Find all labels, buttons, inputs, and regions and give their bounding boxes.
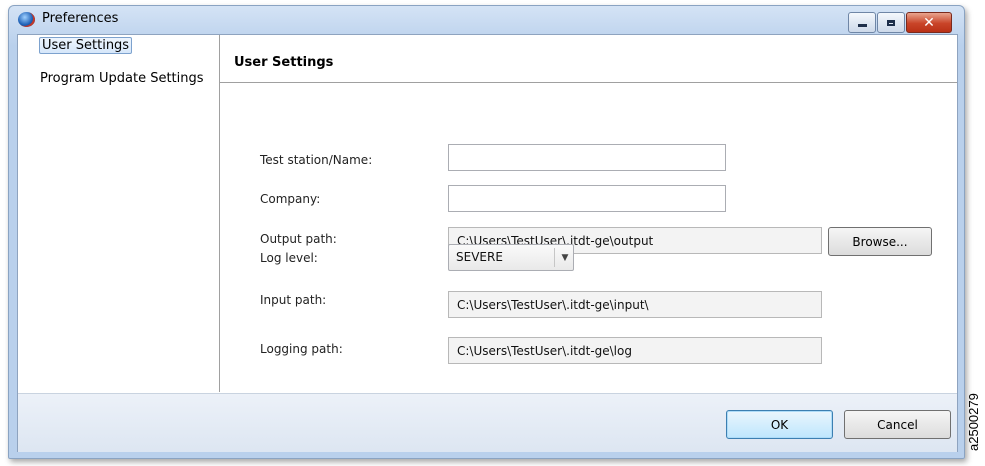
minimize-button[interactable] — [848, 12, 876, 33]
logging-path-field[interactable] — [448, 337, 822, 364]
window-title: Preferences — [42, 11, 119, 26]
dropdown-arrow-icon: ▼ — [561, 253, 569, 263]
input-path-label: Input path: — [260, 293, 327, 307]
close-button[interactable]: ✕ — [906, 12, 952, 33]
logging-path-label: Logging path: — [260, 342, 343, 356]
dialog-client-area: User Settings Program Update Settings Us… — [17, 34, 958, 452]
maximize-icon — [887, 19, 895, 26]
log-level-label: Log level: — [260, 251, 318, 265]
nav-item-user-settings[interactable]: User Settings — [39, 37, 133, 54]
company-label: Company: — [260, 192, 321, 206]
app-globe-icon — [18, 12, 35, 27]
output-path-label: Output path: — [260, 232, 337, 246]
page-title: User Settings — [234, 55, 334, 70]
title-bar[interactable]: Preferences ✕ — [9, 6, 964, 34]
minimize-icon — [857, 24, 867, 27]
cancel-button[interactable]: Cancel — [844, 410, 951, 439]
preferences-window: Preferences ✕ User Settings Program Upda… — [8, 5, 965, 459]
company-input[interactable] — [448, 185, 726, 212]
input-path-field[interactable] — [448, 291, 822, 318]
dialog-footer: OK Cancel — [18, 393, 957, 452]
ok-button[interactable]: OK — [726, 410, 833, 439]
maximize-button[interactable] — [877, 12, 905, 33]
log-level-select[interactable]: SEVERE ▼ — [448, 244, 574, 271]
browse-button[interactable]: Browse... — [828, 227, 932, 256]
test-station-input[interactable] — [448, 144, 726, 171]
test-station-label: Test station/Name: — [260, 153, 373, 167]
figure-id-label: a2500279 — [966, 393, 981, 451]
log-level-value: SEVERE — [456, 250, 503, 264]
select-separator — [554, 248, 555, 267]
nav-item-program-update-settings[interactable]: Program Update Settings — [40, 71, 204, 86]
header-divider — [220, 82, 957, 83]
close-icon: ✕ — [923, 14, 935, 31]
preferences-nav-tree: User Settings Program Update Settings — [18, 35, 220, 392]
